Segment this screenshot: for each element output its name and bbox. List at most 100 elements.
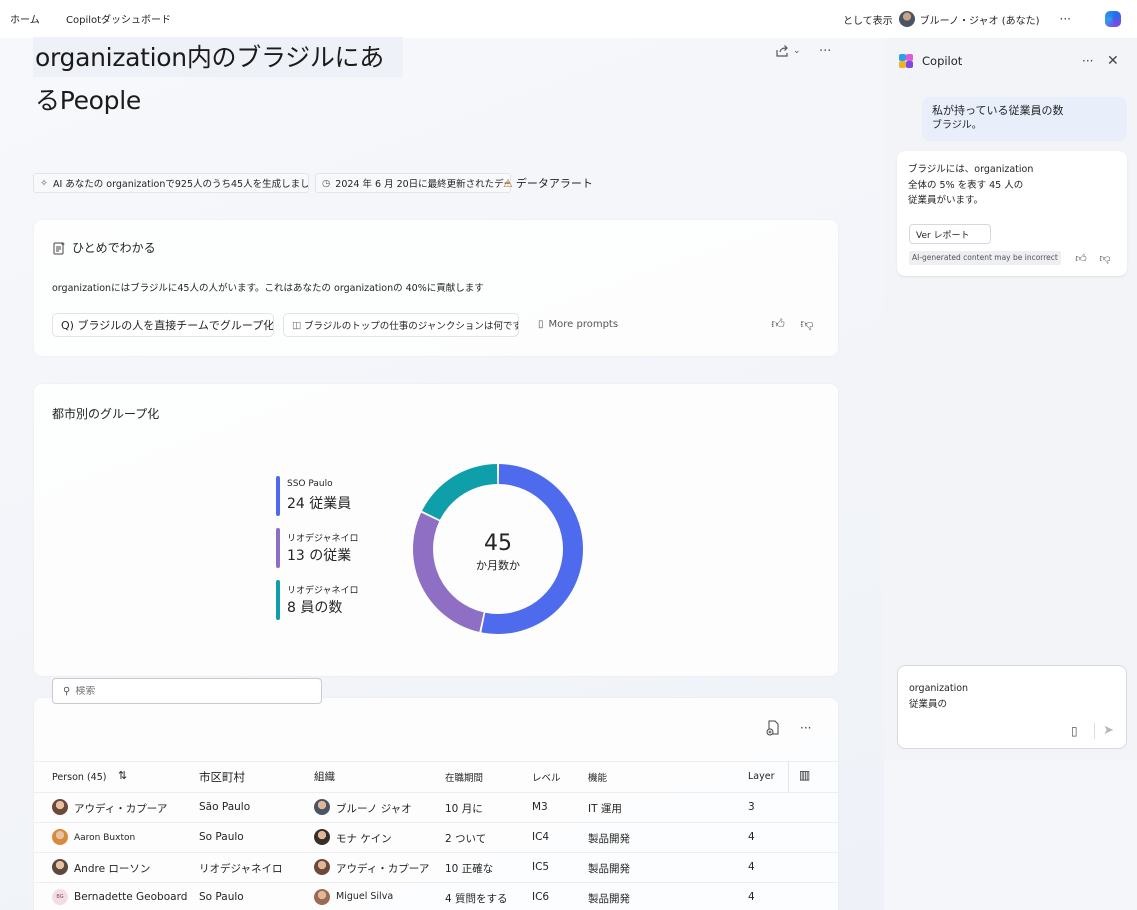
copilot-title: Copilot: [922, 54, 963, 68]
function-cell: 製品開発: [588, 833, 630, 845]
page-more-button[interactable]: ···: [819, 44, 831, 59]
warning-icon: ⚠: [503, 176, 513, 190]
more-prompts-button[interactable]: ▯ More prompts: [538, 319, 618, 330]
ai-chip-text: AI あなたの organizationで925人のうち45人を生成しました: [52, 179, 309, 190]
share-button[interactable]: ⌄: [775, 44, 801, 58]
prompt1-label: Q) ブラジルの人を直接チームでグループ化する: [61, 319, 274, 332]
copilot-logo-icon: [899, 54, 913, 68]
person-name[interactable]: Aaron Buxton: [74, 833, 135, 843]
user-message-line2: ブラジル。: [932, 120, 982, 131]
legend-swatch-2: [276, 580, 280, 620]
legend-swatch-0: [276, 476, 280, 516]
org-cell[interactable]: ブルーノ ジャオ: [336, 801, 412, 816]
copilot-compose-box[interactable]: organization 従業員の ▯ ➤: [897, 665, 1127, 749]
search-box[interactable]: ⚲: [52, 678, 322, 704]
thumbs-down-icon[interactable]: 👎︎: [799, 317, 815, 333]
donut-slice-2[interactable]: [422, 464, 498, 520]
data-alert-button[interactable]: ⚠ データアラート: [503, 175, 593, 191]
search-input[interactable]: [75, 685, 296, 697]
legend-label-0: SSO Paulo: [287, 479, 333, 489]
legend-value-0: 24 従業員: [287, 496, 352, 512]
prompt-group-by-team-button[interactable]: Q) ブラジルの人を直接チームでグループ化する: [52, 313, 274, 337]
compose-line2: 従業員の: [909, 699, 948, 710]
answer-text: ブラジルには、organization 全体の 5% を表す 45 人の 従業員…: [908, 162, 1033, 209]
header-org[interactable]: 組織: [314, 769, 335, 784]
answer-thumbs-up-icon[interactable]: 👍︎: [1073, 251, 1089, 267]
copilot-toggle-icon[interactable]: [1105, 11, 1121, 27]
prompt-library-icon[interactable]: ▯: [1071, 724, 1078, 738]
export-button[interactable]: [766, 720, 780, 739]
copilot-answer-card: ブラジルには、organization 全体の 5% を表す 45 人の 従業員…: [897, 151, 1127, 276]
top-bar: ホーム Copilotダッシュボード として表示 ブルーノ・ジャオ (あなた) …: [0, 0, 1137, 38]
nav-home-link[interactable]: ホーム: [10, 11, 40, 26]
updated-chip-text: 2024 年 6 月 20日に最終更新されたデータ: [335, 179, 511, 190]
ai-disclaimer-badge: AI-generated content may be incorrect: [909, 251, 1061, 265]
copilot-panel: [884, 38, 1137, 760]
function-cell: 製品開発: [588, 893, 630, 905]
table-row[interactable]: BG Bernadette Geoboard So Paulo Miguel S…: [34, 882, 838, 910]
legend-swatch-1: [276, 528, 280, 568]
person-name[interactable]: Bernadette Geoboard: [74, 891, 187, 903]
sort-icon[interactable]: ⇅: [118, 769, 127, 782]
answer-line2: 全体の 5% を表す 45 人の: [908, 179, 1024, 191]
header-layer[interactable]: Layer: [748, 771, 775, 782]
person-name[interactable]: Andre ローソン: [74, 861, 150, 876]
prompt-top-jobs-button[interactable]: ◫ ブラジルのトップの仕事のジャンクションは何ですか？: [283, 313, 519, 337]
nav-dashboard-link[interactable]: Copilotダッシュボード: [66, 11, 171, 26]
org-cell[interactable]: モナ ケイン: [336, 831, 392, 846]
compose-text[interactable]: organization 従業員の: [909, 681, 968, 713]
header-tenure[interactable]: 在職期間: [445, 770, 483, 784]
user-name-button[interactable]: ブルーノ・ジャオ (あなた): [920, 12, 1040, 27]
legend-label-1: リオデジャネイロ: [287, 534, 359, 544]
chevron-down-icon: ⌄: [793, 46, 801, 56]
person-name[interactable]: アウディ・カプーア: [74, 801, 167, 816]
table-more-icon[interactable]: ···: [800, 721, 811, 735]
more-icon: ···: [819, 44, 832, 59]
layer-cell: 4: [748, 891, 755, 903]
summary-icon: [53, 241, 65, 254]
last-updated-chip: ◷ 2024 年 6 月 20日に最終更新されたデータ: [315, 173, 511, 193]
org-cell[interactable]: アウディ・カプーア: [336, 861, 429, 876]
answer-line3: 従業員がいます。: [908, 195, 984, 206]
more-options-icon[interactable]: ···: [1060, 12, 1071, 26]
city-cell: São Paulo: [199, 801, 251, 813]
donut-chart: 45 か月数か: [412, 464, 583, 634]
org-cell[interactable]: Miguel Silva: [336, 891, 393, 902]
person-avatar-1: [52, 829, 68, 845]
prompt-icon: ◫: [292, 319, 301, 331]
city-cell: リオデジャネイロ: [199, 863, 283, 875]
thumbs-up-icon[interactable]: 👍︎: [770, 317, 786, 333]
table-row[interactable]: Andre ローソン リオデジャネイロ アウディ・カプーア 10 正確な IC5…: [34, 852, 838, 882]
function-cell: IT 運用: [588, 803, 622, 815]
column-divider: [788, 761, 789, 792]
org-avatar-0: [314, 799, 330, 815]
header-person[interactable]: Person (45): [52, 772, 106, 783]
column-settings-icon[interactable]: ▥: [799, 768, 810, 782]
view-as-label: として表示: [842, 15, 893, 27]
header-city[interactable]: 市区町村: [199, 769, 245, 785]
compose-divider: [1094, 723, 1095, 739]
user-avatar[interactable]: [898, 11, 915, 27]
donut-slice-1[interactable]: [412, 512, 484, 632]
level-cell: M3: [532, 801, 548, 813]
header-level[interactable]: レベル: [532, 770, 561, 784]
more-prompts-label: More prompts: [548, 319, 619, 330]
clock-icon: ◷: [322, 177, 331, 189]
legend-value-1: 13 の従業: [287, 548, 352, 564]
send-icon[interactable]: ➤: [1103, 723, 1114, 738]
close-icon[interactable]: ✕: [1107, 53, 1119, 69]
table-row[interactable]: アウディ・カプーア São Paulo ブルーノ ジャオ 10 月に M3 IT…: [34, 792, 838, 822]
function-cell: 製品開発: [588, 863, 630, 875]
view-report-button[interactable]: Ver レポート: [909, 224, 991, 244]
summary-heading: ひとめでわかる: [72, 241, 156, 255]
answer-thumbs-down-icon[interactable]: 👎︎: [1097, 251, 1113, 267]
user-message-bubble: 私が持っている従業員の数 ブラジル。: [922, 97, 1127, 141]
user-message-line1: 私が持っている従業員の数: [932, 104, 1064, 117]
header-function[interactable]: 機能: [588, 770, 607, 784]
copilot-more-icon[interactable]: ···: [1082, 54, 1093, 68]
prompt2-label: ブラジルのトップの仕事のジャンクションは何ですか？: [303, 321, 519, 332]
sparkle-icon: ✧: [40, 177, 48, 189]
data-alert-label: データアラート: [515, 177, 593, 190]
org-avatar-3: [314, 889, 330, 905]
table-row[interactable]: Aaron Buxton So Paulo モナ ケイン 2 ついて IC4 製…: [34, 822, 838, 852]
